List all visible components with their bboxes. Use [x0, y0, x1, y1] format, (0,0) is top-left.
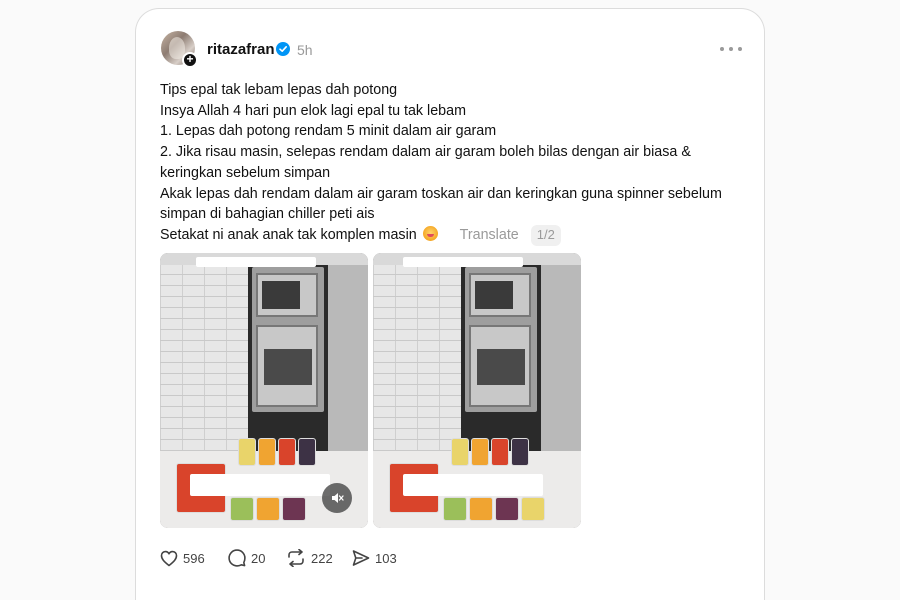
heart-icon [160, 550, 178, 566]
microwave [256, 273, 318, 317]
repost-icon [288, 549, 304, 567]
fruit-tray [256, 497, 280, 521]
kitchen-scene [373, 253, 581, 528]
fruit-tray [443, 497, 467, 521]
fruit-tray [511, 438, 529, 466]
post-line: 1. Lepas dah potong rendam 5 minit dalam… [160, 123, 497, 140]
fruit-tray [282, 497, 306, 521]
comment-count: 20 [251, 550, 266, 566]
video-caption-top [403, 257, 523, 267]
like-button[interactable]: 596 [160, 548, 205, 568]
comment-icon [228, 549, 246, 567]
brick-wall [160, 263, 260, 453]
fruit-tray [258, 438, 276, 466]
post-body: Tips epal tak lebam lepas dah potong Ins… [160, 80, 750, 246]
cabinet-side [328, 263, 368, 463]
post-username[interactable]: ritazafran [207, 41, 275, 58]
video-caption-top [196, 257, 316, 267]
microwave [469, 273, 531, 317]
more-options-icon[interactable] [720, 44, 742, 54]
fruit-tray [298, 438, 316, 466]
repost-button[interactable]: 222 [286, 548, 333, 568]
cabinet-side [541, 263, 581, 463]
share-count: 103 [375, 550, 397, 566]
post-line: keringkan sebelum simpan [160, 164, 331, 181]
post-last-line: Setakat ni anak anak tak komplen masin T… [160, 224, 750, 246]
post-line: Insya Allah 4 hari pun elok lagi epal tu… [160, 102, 466, 119]
fruit-tray [495, 497, 519, 521]
brick-wall [373, 263, 473, 453]
like-count: 596 [183, 550, 205, 566]
fruit-tray [238, 438, 256, 466]
fruit-tray [230, 497, 254, 521]
post-line: Akak lepas dah rendam dalam air garam to… [160, 185, 722, 202]
oven [256, 325, 318, 407]
fruit-tray [469, 497, 493, 521]
video-caption-bottom [403, 474, 543, 496]
post-line: simpan di bahagian chiller peti ais [160, 206, 375, 223]
post-line: 2. Jika risau masin, selepas rendam dala… [160, 144, 691, 161]
fruit-tray [521, 497, 545, 521]
media-pager-badge: 1/2 [530, 224, 561, 246]
fruit-tray [278, 438, 296, 466]
post-line: Setakat ni anak anak tak komplen masin [160, 226, 417, 243]
post-video-2[interactable] [373, 253, 581, 528]
muted-speaker-icon[interactable] [322, 483, 352, 513]
share-icon [352, 550, 370, 566]
comment-button[interactable]: 20 [228, 548, 265, 568]
post-line: Tips epal tak lebam lepas dah potong [160, 82, 398, 98]
oven [469, 325, 531, 407]
post-video-1[interactable] [160, 253, 368, 528]
verified-badge-icon [276, 42, 290, 56]
repost-count: 222 [311, 550, 333, 566]
video-caption-bottom [190, 474, 330, 496]
grinning-emoji-icon [422, 225, 438, 241]
fruit-tray [451, 438, 469, 466]
fruit-tray [471, 438, 489, 466]
fruit-tray [491, 438, 509, 466]
translate-link[interactable]: Translate [460, 227, 519, 243]
share-button[interactable]: 103 [352, 548, 397, 568]
post-time: 5h [297, 42, 313, 58]
follow-plus-icon[interactable]: + [182, 52, 198, 68]
